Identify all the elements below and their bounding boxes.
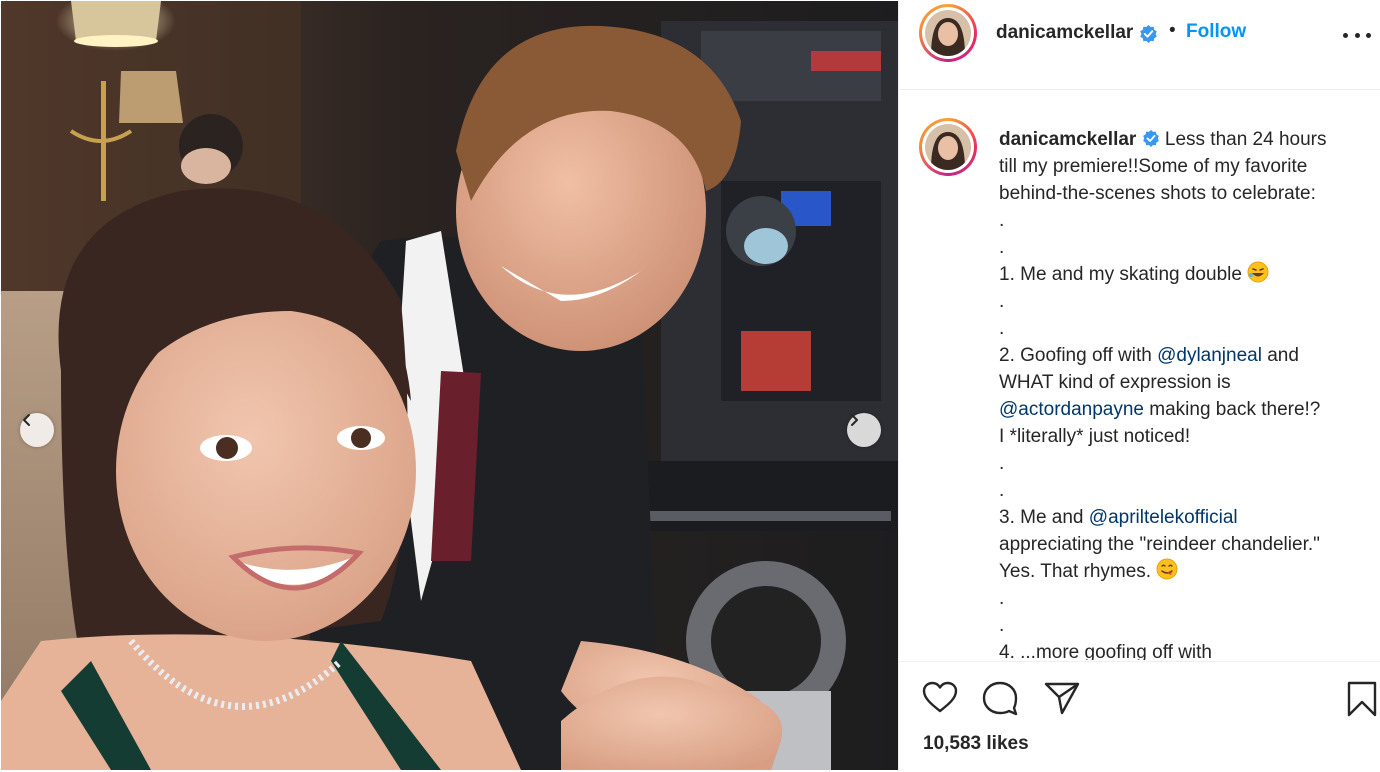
post-caption: danicamckellar Less than 24 hours till m… <box>999 126 1371 660</box>
caption-text: making back there!? <box>1149 399 1321 420</box>
post-actions: 10,583 likes <box>899 661 1380 772</box>
more-options-icon[interactable] <box>1343 25 1371 45</box>
caption-username[interactable]: danicamckellar <box>999 129 1136 150</box>
caption-text: 2. Goofing off with <box>999 345 1152 366</box>
chevron-left-icon <box>23 414 30 426</box>
username-link[interactable]: danicamckellar <box>996 22 1133 44</box>
rolling-laughing-emoji-icon <box>1247 261 1269 283</box>
caption-text: appreciating the "reindeer chandelier." <box>999 534 1320 555</box>
verified-badge-icon <box>1142 129 1159 147</box>
post-side-panel: danicamckellar • Follow danicamckellar L… <box>898 0 1380 771</box>
comment-icon[interactable] <box>981 680 1019 716</box>
caption-text: . <box>999 453 1005 474</box>
bookmark-icon[interactable] <box>1345 680 1379 718</box>
paper-plane-icon[interactable] <box>1043 680 1081 716</box>
next-photo-button[interactable] <box>847 413 881 447</box>
avatar-image <box>925 124 971 170</box>
caption-text: till my premiere!!Some of my favorite <box>999 156 1308 177</box>
caption-text: Yes. That rhymes. <box>999 561 1152 582</box>
caption-text: 3. Me and <box>999 507 1084 528</box>
caption-text: . <box>999 615 1005 636</box>
previous-photo-button[interactable] <box>20 413 54 447</box>
caption-text: WHAT kind of expression is <box>999 372 1231 393</box>
caption-text: . <box>999 480 1005 501</box>
caption-avatar[interactable] <box>919 118 977 176</box>
mention-link[interactable]: @apriltelekofficial <box>1089 507 1238 528</box>
post-photo[interactable] <box>1 1 898 770</box>
photo-illustration <box>1 1 898 770</box>
follow-button[interactable]: Follow <box>1186 21 1246 43</box>
instagram-post: danicamckellar • Follow danicamckellar L… <box>0 0 1380 771</box>
comments-area[interactable]: danicamckellar Less than 24 hours till m… <box>899 90 1380 660</box>
chevron-right-icon <box>851 414 858 426</box>
separator-dot: • <box>1169 20 1176 41</box>
caption-text: and <box>1267 345 1299 366</box>
caption-text: Less than 24 hours <box>1164 129 1327 150</box>
post-header: danicamckellar • Follow <box>899 0 1380 90</box>
caption-text: I *literally* just noticed! <box>999 426 1191 447</box>
post-author[interactable]: danicamckellar <box>996 22 1158 44</box>
caption-text: . <box>999 210 1005 231</box>
heart-icon[interactable] <box>921 680 959 714</box>
avatar[interactable] <box>919 4 977 62</box>
avatar-image <box>925 10 971 56</box>
caption-text: . <box>999 291 1005 312</box>
verified-badge-icon <box>1140 24 1158 43</box>
mention-link[interactable]: @actordanpayne <box>999 399 1144 420</box>
caption-text: 4. ...more goofing off with <box>999 642 1212 660</box>
caption-text: . <box>999 237 1005 258</box>
caption-text: 1. Me and my skating double <box>999 264 1242 285</box>
likes-count[interactable]: 10,583 likes <box>923 733 1029 755</box>
caption-text: . <box>999 318 1005 339</box>
mention-link[interactable]: @dylanjneal <box>1157 345 1262 366</box>
caption-text: behind-the-scenes shots to celebrate: <box>999 183 1316 204</box>
caption-text: . <box>999 588 1005 609</box>
yum-face-emoji-icon <box>1156 558 1178 580</box>
